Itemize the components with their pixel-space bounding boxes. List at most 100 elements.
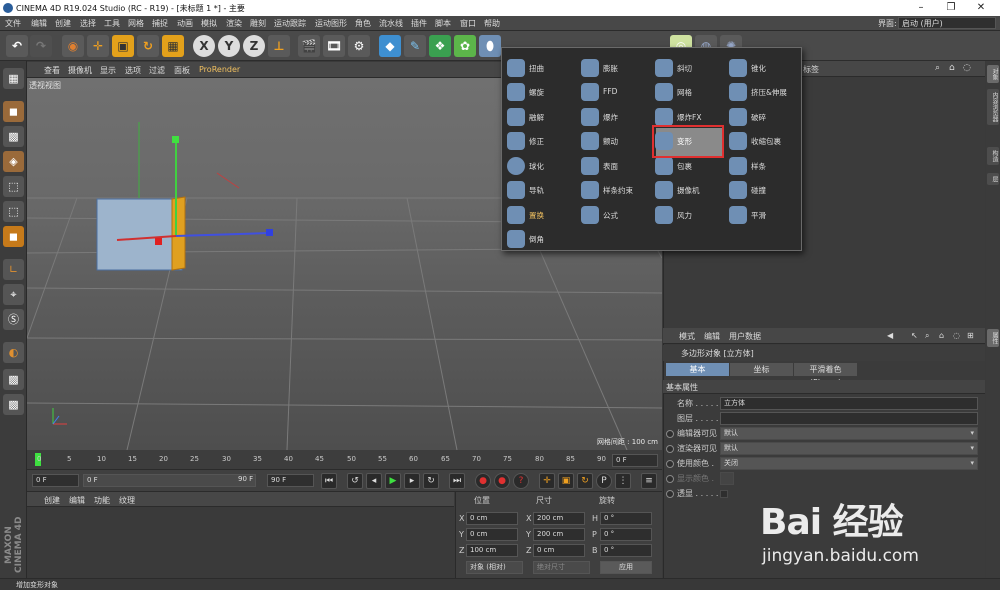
vp-menu-view[interactable]: 查看 — [44, 65, 60, 76]
pos-y-field[interactable]: 0 cm — [466, 528, 518, 541]
key-param-icon[interactable]: P — [596, 473, 612, 489]
back-arrow-icon[interactable]: ◀ — [887, 331, 893, 340]
deformer-spline-wrap[interactable]: 样条约束 — [579, 178, 652, 202]
deformer-icon[interactable]: ⬮ — [479, 35, 501, 57]
menu-animate[interactable]: 动画 — [177, 18, 193, 29]
start-frame-field[interactable]: 0 F — [32, 474, 79, 487]
points-mode-icon[interactable]: ⬚ — [3, 176, 24, 197]
timeline-window-icon[interactable]: ≡ — [641, 473, 657, 489]
search-icon[interactable]: ⌕ — [925, 331, 929, 341]
pos-x-field[interactable]: 0 cm — [466, 512, 518, 525]
side-tab-structure[interactable]: 构造 — [987, 147, 999, 165]
menu-character[interactable]: 角色 — [355, 18, 371, 29]
rotate-icon[interactable]: ↻ — [137, 35, 159, 57]
side-tab-attributes[interactable]: 属性 — [987, 329, 999, 347]
z-handle-knob[interactable] — [266, 229, 273, 236]
deformer-ffd[interactable]: FFD — [579, 80, 652, 104]
live-selection-icon[interactable]: ◉ — [62, 35, 84, 57]
tab-phong[interactable]: 平滑着色(Phong) — [794, 363, 857, 387]
deformer-surface[interactable]: 表面 — [579, 154, 652, 178]
mat-menu-texture[interactable]: 纹理 — [119, 495, 135, 506]
deformer-explosion[interactable]: 爆炸 — [579, 105, 652, 129]
frame-range-slider[interactable]: 0 F — [83, 474, 256, 487]
key-position-icon[interactable]: ✛ — [539, 473, 555, 489]
menu-pipeline[interactable]: 流水线 — [379, 18, 403, 29]
vp-menu-panel[interactable]: 面板 — [174, 65, 190, 76]
pen-icon[interactable]: ✎ — [404, 35, 426, 57]
axis-z-button[interactable]: Z — [243, 35, 265, 57]
model-mode-icon[interactable]: ◼ — [3, 101, 24, 122]
menu-mesh[interactable]: 网格 — [128, 18, 144, 29]
restore-icon[interactable]: ❐ — [944, 2, 958, 14]
size-mode-select[interactable]: 绝对尺寸 — [533, 561, 590, 574]
polygons-mode-icon[interactable]: ◼ — [3, 226, 24, 247]
deformer-formula[interactable]: 公式 — [579, 203, 652, 227]
side-tab-layers[interactable]: 层 — [987, 173, 999, 185]
deformer-rail[interactable]: 导轨 — [505, 178, 578, 202]
apply-button[interactable]: 应用 — [600, 561, 652, 574]
deformer-jiggle[interactable]: 颤动 — [579, 129, 652, 153]
y-handle-knob[interactable] — [172, 136, 179, 143]
vp-menu-prorender[interactable]: ProRender — [199, 65, 240, 74]
deformer-bend[interactable]: 扭曲 — [505, 56, 578, 80]
menu-help[interactable]: 帮助 — [484, 18, 500, 29]
move-z-handle[interactable] — [175, 232, 270, 237]
attr-menu-userdata[interactable]: 用户数据 — [729, 331, 761, 342]
prev-frame-icon[interactable]: ◂ — [366, 473, 382, 489]
display-color-swatch[interactable] — [720, 472, 734, 485]
x-handle-knob[interactable] — [155, 238, 162, 245]
magnet-icon[interactable]: ◐ — [3, 342, 24, 363]
minimize-icon[interactable]: – — [914, 2, 928, 14]
lock-icon[interactable]: ⌂ — [949, 63, 955, 73]
end-frame-field[interactable]: 90 F — [267, 474, 314, 487]
animate-radio[interactable] — [666, 475, 674, 483]
vp-menu-display[interactable]: 显示 — [100, 65, 116, 76]
menu-select[interactable]: 选择 — [80, 18, 96, 29]
size-y-field[interactable]: 200 cm — [533, 528, 585, 541]
key-pla-icon[interactable]: ⋮ — [615, 473, 631, 489]
render-settings-icon[interactable]: ⚙ — [348, 35, 370, 57]
menu-tools[interactable]: 工具 — [104, 18, 120, 29]
deformer-mesh[interactable]: 网格 — [653, 80, 726, 104]
deformer-wind[interactable]: 风力 — [653, 203, 726, 227]
generator-icon[interactable]: ✿ — [454, 35, 476, 57]
pos-z-field[interactable]: 100 cm — [466, 544, 518, 557]
animate-radio[interactable] — [666, 430, 674, 438]
menu-motion-tracking[interactable]: 运动跟踪 — [274, 18, 306, 29]
vp-menu-camera[interactable]: 摄像机 — [68, 65, 92, 76]
use-color-select[interactable]: 关闭 — [720, 457, 978, 470]
lock-workplane-icon[interactable]: ▩ — [3, 369, 24, 390]
name-field[interactable]: 立方体 — [720, 397, 978, 410]
animate-radio[interactable] — [666, 490, 674, 498]
menu-mograph[interactable]: 运动图形 — [315, 18, 347, 29]
vp-menu-options[interactable]: 选项 — [125, 65, 141, 76]
deformer-shear[interactable]: 斜切 — [653, 56, 726, 80]
rot-p-field[interactable]: 0 ° — [600, 528, 652, 541]
deformer-bevel[interactable]: 倒角 — [505, 227, 578, 251]
close-icon[interactable]: ✕ — [974, 2, 988, 14]
menu-window[interactable]: 窗口 — [460, 18, 476, 29]
new-panel-icon[interactable]: ◌ — [963, 63, 971, 73]
next-frame-icon[interactable]: ▸ — [404, 473, 420, 489]
deformer-spline[interactable]: 样条 — [727, 154, 800, 178]
auto-key-icon[interactable]: ● — [494, 473, 510, 489]
menu-plugins[interactable]: 插件 — [411, 18, 427, 29]
tweak-mode-icon[interactable]: ⌖ — [3, 284, 24, 305]
deformer-camera[interactable]: 摄像机 — [653, 178, 726, 202]
menu-render[interactable]: 渲染 — [226, 18, 242, 29]
record-icon[interactable]: ● — [475, 473, 491, 489]
render-view-icon[interactable]: 🎬 — [298, 35, 320, 57]
key-rotation-icon[interactable]: ↻ — [577, 473, 593, 489]
timeline-ruler[interactable]: 0 5 10 15 20 25 30 35 40 45 50 55 60 65 … — [27, 450, 662, 470]
deformer-correction[interactable]: 修正 — [505, 129, 578, 153]
layout-select[interactable]: 启动 (用户) — [898, 17, 996, 29]
layer-field[interactable] — [720, 412, 978, 425]
workplane-icon[interactable]: ◈ — [3, 151, 24, 172]
axis-y-button[interactable]: Y — [218, 35, 240, 57]
menu-create[interactable]: 创建 — [55, 18, 71, 29]
go-end-icon[interactable]: ⏭ — [449, 473, 465, 489]
deformer-spherify[interactable]: 球化 — [505, 154, 578, 178]
scale-icon[interactable]: ▣ — [112, 35, 134, 57]
prev-key-icon[interactable]: ↺ — [347, 473, 363, 489]
subdivision-icon[interactable]: ❖ — [429, 35, 451, 57]
